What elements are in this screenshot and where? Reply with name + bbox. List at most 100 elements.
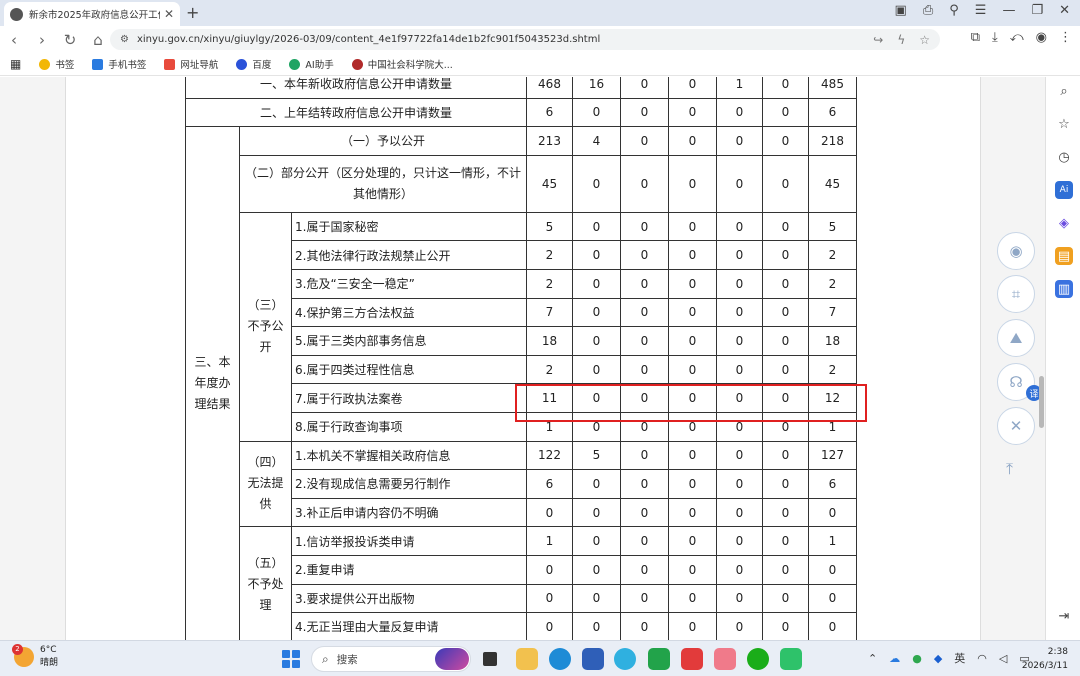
app-green-icon[interactable] — [648, 648, 670, 670]
tab-actions-icon[interactable]: ▣ — [895, 3, 907, 18]
clock-time: 2:38 — [1047, 647, 1068, 657]
sidebar-collapse-icon[interactable]: ⇥ — [1055, 607, 1073, 625]
menu-icon[interactable]: ☰ — [975, 3, 987, 18]
reload-icon[interactable]: ↻ — [56, 31, 84, 49]
row-label: 1.本机关不掌握相关政府信息 — [291, 440, 527, 471]
row-label: 4.保护第三方合法权益 — [291, 297, 527, 328]
download-icon[interactable]: ⤓ — [992, 30, 998, 45]
bookmark-item[interactable]: 百度 — [236, 57, 271, 71]
browser-tab[interactable]: 新余市2025年政府信息公开工作 ✕ — [4, 2, 180, 26]
home-icon[interactable]: ⌂ — [84, 31, 112, 49]
tray-app-icon[interactable]: ● — [912, 652, 922, 665]
bookmark-item[interactable]: 手机书签 — [92, 57, 146, 71]
sidebar-search-icon[interactable]: ⌕ — [1055, 82, 1073, 100]
row-label: 2.其他法律行政法规禁止公开 — [291, 240, 527, 270]
close-float-icon[interactable]: ✕ — [997, 407, 1035, 445]
url-text[interactable]: xinyu.gov.cn/xinyu/giuylgy/2026-03/09/co… — [137, 34, 600, 45]
back-to-top-icon[interactable]: ⤒ — [1006, 459, 1013, 479]
row-label: 8.属于行政查询事项 — [291, 411, 527, 442]
row-label: 3.要求提供公开出版物 — [291, 583, 527, 614]
search-highlight-icon[interactable] — [435, 648, 469, 670]
bookmark-item[interactable]: 书签 — [39, 57, 74, 71]
onedrive-icon[interactable]: ☁ — [889, 652, 900, 665]
qr-share-icon[interactable]: ⌗ — [997, 275, 1035, 313]
table-row: （三）不予公开 1.属于国家秘密 5000005 — [186, 211, 857, 442]
sidebar-game-icon[interactable]: ◈ — [1055, 214, 1073, 232]
wechat-share-icon[interactable]: ◉ — [997, 232, 1035, 270]
row-label: 4.无正当理由大量反复申请 — [291, 612, 527, 640]
left-margin — [0, 77, 66, 640]
file-explorer-icon[interactable] — [516, 648, 538, 670]
store-icon[interactable] — [582, 648, 604, 670]
edge-icon[interactable] — [549, 648, 571, 670]
statistics-table: 一、本年新收政府信息公开申请数量 468 16 0 0 1 0 485 二、上年结转政府信息… — [185, 77, 857, 640]
new-tab-button[interactable]: + — [186, 3, 199, 22]
window-controls: ▣ ⎙ ⚲ ☰ — ❐ ✕ — [895, 3, 1070, 18]
back-icon[interactable]: ‹ — [0, 31, 28, 49]
bookmark-item[interactable]: 中国社会科学院大... — [351, 57, 453, 71]
apps-grid-icon[interactable]: ▦ — [10, 57, 21, 71]
lightning-icon[interactable]: ϟ — [897, 33, 905, 47]
print-icon[interactable]: ⎙ — [923, 3, 933, 18]
group-label-cannot-provide: （四）无法提供 — [239, 440, 292, 528]
address-bar[interactable]: ⚙ xinyu.gov.cn/xinyu/giuylgy/2026-03/09/… — [110, 29, 940, 50]
share-icon[interactable]: ↪ — [873, 33, 883, 47]
start-button-icon[interactable] — [282, 650, 300, 668]
weather-widget[interactable]: 2 6°C 晴朗 — [12, 643, 58, 668]
sidebar-history-icon[interactable]: ◷ — [1055, 148, 1073, 166]
tray-app2-icon[interactable]: ◆ — [934, 652, 942, 665]
sidebar-toolbox-icon[interactable]: ▤ — [1055, 247, 1073, 265]
sidebar-favorites-icon[interactable]: ☆ — [1055, 115, 1073, 133]
site-favicon-icon — [10, 7, 23, 21]
table-row: 一、本年新收政府信息公开申请数量 468 16 0 0 1 0 485 — [185, 77, 857, 99]
close-window-button[interactable]: ✕ — [1059, 3, 1070, 18]
forward-icon[interactable]: › — [28, 31, 56, 49]
system-tray: ⌃ ☁ ● ◆ 英 ◠ ◁ ▭ — [868, 650, 1030, 666]
extensions-icon[interactable]: ⚲ — [949, 3, 959, 18]
favorite-star-icon[interactable]: ☆ — [919, 33, 930, 47]
site-settings-icon[interactable]: ⚙ — [120, 34, 129, 45]
group-label-not-public: （三）不予公开 — [239, 211, 292, 442]
bookmark-item[interactable]: 网址导航 — [164, 57, 218, 71]
wechat-icon[interactable] — [747, 648, 769, 670]
cass-icon — [351, 58, 363, 70]
row-label: 1.信访举报投诉类申请 — [291, 526, 527, 556]
weather-icon: 2 — [12, 643, 34, 667]
browser-icon[interactable] — [614, 648, 636, 670]
minimize-button[interactable]: — — [1002, 3, 1015, 18]
taskbar: 2 6°C 晴朗 ⌕ 搜索 ⌃ ☁ ● ◆ 英 ◠ ◁ ▭ 2:38 2026/… — [0, 640, 1080, 676]
address-row: ‹ › ↻ ⌂ ⚙ xinyu.gov.cn/xinyu/giuylgy/202… — [0, 26, 1080, 53]
wps-icon[interactable] — [681, 648, 703, 670]
table-row: 三、本年度办理结果 （一）予以公开 213 4 0 0 0 0 218 — [185, 126, 857, 640]
browser-tab-bar: 新余市2025年政府信息公开工作 ✕ + ▣ ⎙ ⚲ ☰ — ❐ ✕ — [0, 0, 1080, 26]
restore-button[interactable]: ❐ — [1031, 3, 1043, 18]
app-pink-icon[interactable] — [714, 648, 736, 670]
wifi-icon[interactable]: ◠ — [977, 652, 987, 665]
row-label: 二、上年结转政府信息公开申请数量 — [185, 97, 527, 128]
ime-indicator[interactable]: 英 — [954, 650, 965, 666]
group-label-section3: 三、本年度办理结果 — [185, 126, 240, 640]
scrollbar-thumb[interactable] — [1039, 376, 1044, 428]
baidu-paw-icon — [236, 58, 248, 70]
more-menu-icon[interactable]: ⋮ — [1059, 30, 1072, 45]
row-label: 2.重复申请 — [291, 554, 527, 585]
close-tab-icon[interactable]: ✕ — [164, 7, 174, 21]
system-clock[interactable]: 2:38 2026/3/11 — [1022, 645, 1068, 673]
extensions-puzzle-icon[interactable]: ⧉ — [971, 30, 980, 45]
row-label: （二）部分公开（区分处理的，只计这一情形，不计其他情形） — [239, 154, 527, 213]
history-back-icon[interactable]: ⤺ — [1010, 30, 1024, 45]
table-row: （二）部分公开（区分处理的，只计这一情形，不计其他情形） 45 0 0 0 0 0 45 — [186, 154, 857, 213]
bookmark-item[interactable]: AI助手 — [289, 57, 334, 71]
right-margin — [980, 77, 1045, 640]
sidebar-notes-icon[interactable]: ▥ — [1055, 280, 1073, 298]
tab-title: 新余市2025年政府信息公开工作 — [29, 10, 160, 21]
accessibility-icon[interactable]: ⛰ — [997, 319, 1035, 357]
sidebar-ai-icon[interactable]: Ai — [1055, 181, 1073, 199]
row-label: 7.属于行政执法案卷 — [291, 383, 527, 413]
task-view-icon[interactable] — [483, 652, 497, 666]
tray-chevron-icon[interactable]: ⌃ — [868, 652, 877, 665]
profile-icon[interactable]: ◉ — [1036, 30, 1047, 45]
volume-icon[interactable]: ◁ — [999, 652, 1007, 665]
chat-app-icon[interactable] — [780, 648, 802, 670]
bookmarks-bar: ▦ 书签 手机书签 网址导航 百度 AI助手 中国社会科学院大... — [0, 53, 1080, 76]
